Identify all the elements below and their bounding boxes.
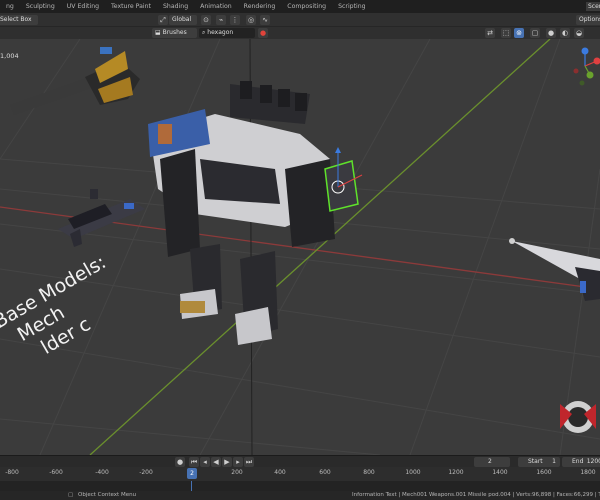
jump-start-icon[interactable]: ⏮: [189, 457, 199, 467]
shading-solid-icon[interactable]: ●: [546, 28, 556, 38]
end-frame-field[interactable]: End 1200: [562, 457, 600, 467]
tab-scripting[interactable]: Scripting: [332, 0, 372, 13]
ruler-tick: 1400: [492, 469, 508, 476]
tab-modeling[interactable]: ng: [0, 0, 20, 13]
next-keyframe-icon[interactable]: ▸: [233, 457, 243, 467]
start-frame-field[interactable]: Start 1: [518, 457, 560, 467]
xray-icon[interactable]: ▢: [530, 28, 540, 38]
pivot-point-icon[interactable]: ⊙: [201, 15, 211, 25]
jump-end-icon[interactable]: ⏭: [244, 457, 254, 467]
brush-icon: ⬓: [155, 29, 163, 36]
snap-icon[interactable]: ⌁: [216, 15, 226, 25]
prev-keyframe-icon[interactable]: ◂: [200, 457, 210, 467]
material-icon[interactable]: ●: [258, 28, 268, 38]
status-bar: ▢ Object Context Menu Information Text |…: [0, 491, 600, 500]
snap-target-icon[interactable]: ⋮: [230, 15, 240, 25]
timeline-track[interactable]: [0, 481, 600, 491]
tab-shading[interactable]: Shading: [157, 0, 194, 13]
brush-search-field[interactable]: ⌕ hexagon: [199, 28, 255, 38]
options-button[interactable]: Options: [576, 15, 600, 25]
asset-header: ⬓ Brushes ⌕ hexagon ● ⇄ ⬚ ⊚ ▢ ● ◐ ◒: [0, 27, 600, 39]
transform-orientation-icon[interactable]: ⤢: [158, 15, 168, 25]
ruler-tick: 400: [274, 469, 286, 476]
brushes-dropdown[interactable]: ⬓ Brushes: [152, 28, 197, 38]
ruler-tick: 1200: [448, 469, 464, 476]
current-frame-field[interactable]: 2: [474, 457, 510, 467]
record-icon[interactable]: ●: [175, 457, 185, 467]
ruler-tick: 800: [363, 469, 375, 476]
3d-viewport[interactable]: 1,004 Base Models: Mech lder c: [0, 39, 600, 455]
playhead[interactable]: 2: [187, 468, 197, 479]
falloff-icon[interactable]: ∿: [260, 15, 270, 25]
shading-material-icon[interactable]: ◐: [560, 28, 570, 38]
play-reverse-icon[interactable]: ◀: [211, 457, 221, 467]
tab-animation[interactable]: Animation: [194, 0, 238, 13]
proportional-editing-icon[interactable]: ◎: [246, 15, 256, 25]
tab-rendering[interactable]: Rendering: [238, 0, 282, 13]
ruler-tick: 200: [231, 469, 243, 476]
ruler-tick: 1600: [536, 469, 552, 476]
play-icon[interactable]: ▶: [222, 457, 232, 467]
shading-rendered-icon[interactable]: ◒: [574, 28, 584, 38]
select-toggle-icon[interactable]: ⬚: [501, 28, 511, 38]
ruler-tick: 600: [319, 469, 331, 476]
ruler-tick: -600: [49, 469, 63, 476]
ruler-tick: -800: [5, 469, 19, 476]
select-mode-dropdown[interactable]: Select Box: [0, 15, 38, 25]
scene-selector[interactable]: Scen: [586, 2, 600, 11]
overlays-icon[interactable]: ⊚: [514, 28, 524, 38]
timeline-ruler[interactable]: -800 -600 -400 -200 2 200 400 600 800 10…: [0, 467, 600, 481]
status-left-text: Object Context Menu: [78, 492, 137, 498]
tab-compositing[interactable]: Compositing: [281, 0, 332, 13]
ruler-tick: 1000: [405, 469, 421, 476]
tab-texture-paint[interactable]: Texture Paint: [105, 0, 157, 13]
status-right-text: Information Text | Mech001 Weapons.001 M…: [352, 492, 600, 498]
viewport-gizmo-icon[interactable]: ⇄: [485, 28, 495, 38]
mouse-hint-icon: ▢: [68, 492, 74, 498]
viewport-tool-label: 1,004: [0, 52, 19, 60]
workspace-tabs: ng Sculpting UV Editing Texture Paint Sh…: [0, 0, 600, 13]
ruler-tick: -400: [95, 469, 109, 476]
tab-uv-editing[interactable]: UV Editing: [61, 0, 105, 13]
transform-orientation-dropdown[interactable]: Global: [169, 15, 197, 25]
viewport-header: Select Box ⤢ Global ⊙ ⌁ ⋮ ◎ ∿ Options: [0, 13, 600, 27]
tab-sculpting[interactable]: Sculpting: [20, 0, 61, 13]
ruler-tick: 1800: [580, 469, 596, 476]
playhead-line: [191, 481, 192, 491]
timeline-header: ● ⏮ ◂ ◀ ▶ ▸ ⏭ 2 Start 1 End 1200: [0, 455, 600, 467]
blender-window: ng Sculpting UV Editing Texture Paint Sh…: [0, 0, 600, 500]
ruler-tick: -200: [139, 469, 153, 476]
viewport-scene: [0, 39, 600, 455]
